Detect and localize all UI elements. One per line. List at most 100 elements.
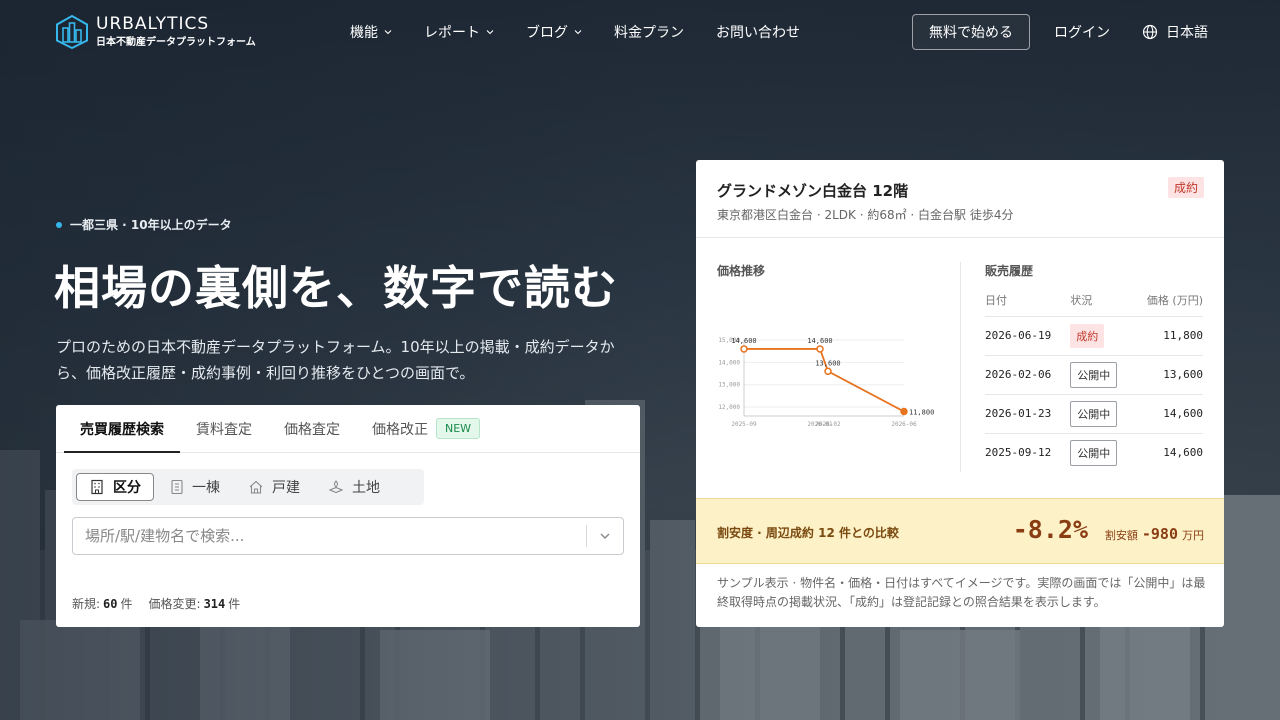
property-title: グランドメゾン白金台 12階 bbox=[717, 182, 909, 200]
nav-item-label: ブログ bbox=[526, 25, 568, 41]
history-price: 13,600 bbox=[1130, 355, 1203, 395]
sales-history-title: 販売履歴 bbox=[985, 264, 1034, 278]
price-point bbox=[816, 345, 824, 353]
x-tick-label: 2025-09 bbox=[731, 421, 757, 428]
column-header-status: 状況 bbox=[1070, 284, 1131, 317]
history-price: 14,600 bbox=[1130, 394, 1203, 434]
property-type-house[interactable]: 戸建 bbox=[236, 473, 312, 501]
chevron-down-icon bbox=[574, 30, 582, 35]
y-tick-label: 12,000 bbox=[718, 404, 740, 411]
status-badge: 公開中 bbox=[1070, 439, 1118, 466]
apartment-icon bbox=[171, 479, 183, 495]
history-status-cell: 公開中 bbox=[1070, 433, 1131, 472]
column-header-date: 日付 bbox=[985, 284, 1071, 317]
price-point bbox=[824, 367, 832, 376]
brand-logo-link[interactable]: URBALYTICS 日本不動産データプラットフォーム bbox=[56, 14, 256, 50]
history-price: 14,600 bbox=[1163, 446, 1203, 460]
nav-item-pricing[interactable]: 料金プラン bbox=[614, 22, 684, 42]
search-field bbox=[72, 517, 624, 555]
property-type-label: 区分 bbox=[113, 480, 141, 496]
tab-sales-history[interactable]: 売買履歴検索 bbox=[64, 405, 180, 453]
hero-tagline: 一都三県 · 10年以上のデータ bbox=[56, 216, 232, 233]
property-type-whole-building[interactable]: 一棟 bbox=[158, 473, 232, 501]
chevron-down-icon bbox=[600, 533, 610, 539]
start-free-button[interactable]: 無料で始める bbox=[912, 14, 1030, 50]
property-type-unit[interactable]: 区分 bbox=[76, 473, 154, 501]
history-date: 2025-09-12 bbox=[985, 446, 1052, 460]
house-icon bbox=[249, 480, 263, 494]
nav-item-blog[interactable]: ブログ bbox=[526, 22, 582, 42]
price-trend-chart: 15,00014,00013,00012,0002025-09 2026-0120… bbox=[718, 337, 934, 428]
discount-amount-label: 割安額 bbox=[1104, 529, 1138, 542]
land-icon bbox=[328, 480, 344, 494]
property-type-label: 土地 bbox=[352, 480, 380, 496]
property-header: グランドメゾン白金台 12階 東京都港区白金台 · 2LDK · 約68㎡ · … bbox=[696, 160, 1224, 238]
property-sample-card: グランドメゾン白金台 12階 東京都港区白金台 · 2LDK · 約68㎡ · … bbox=[696, 160, 1224, 627]
property-type-selector: 区分 一棟 戸建 土地 bbox=[72, 469, 424, 505]
tab-price-estimate[interactable]: 価格査定 bbox=[268, 405, 356, 452]
price-point-label: 11,800 bbox=[909, 409, 934, 417]
site-header: URBALYTICS 日本不動産データプラットフォーム 機能 レポート ブログ … bbox=[0, 0, 1280, 64]
listing-stats: 新規: 60 件 価格変更: 314 件 bbox=[72, 595, 256, 612]
hero-title: 相場の裏側を、数字で読む bbox=[54, 261, 618, 315]
new-listings-count: 60 bbox=[103, 597, 118, 611]
search-panel: 売買履歴検索 賃料査定 価格査定 価格改正 NEW 区分 一棟 戸建 土地 場所… bbox=[56, 405, 640, 627]
price-point bbox=[740, 345, 748, 353]
nav-item-reports[interactable]: レポート bbox=[424, 22, 494, 42]
property-type-label: 戸建 bbox=[272, 480, 300, 496]
tab-label: 賃料査定 bbox=[196, 421, 252, 438]
tagline-text: 一都三県 · 10年以上のデータ bbox=[70, 218, 232, 232]
status-badge: 公開中 bbox=[1070, 361, 1118, 388]
price-point-label: 14,600 bbox=[731, 337, 756, 345]
history-date: 2026-06-19 bbox=[985, 316, 1071, 356]
logo-icon bbox=[56, 15, 88, 49]
discount-amount: 割安額 -980 万円 bbox=[1105, 525, 1204, 543]
column-header-price: 価格 (万円) bbox=[1130, 284, 1203, 317]
y-tick-label: 14,000 bbox=[718, 359, 740, 366]
property-subtitle: 東京都港区白金台 · 2LDK · 約68㎡ · 白金台駅 徒歩4分 bbox=[717, 208, 1014, 222]
new-listings-unit: 件 bbox=[120, 597, 133, 611]
property-type-land[interactable]: 土地 bbox=[316, 473, 392, 501]
brand-subtitle: 日本不動産データプラットフォーム bbox=[96, 37, 256, 48]
sample-disclaimer: サンプル表示 · 物件名・価格・日付はすべてイメージです。実際の画面では「公開中… bbox=[717, 576, 1206, 609]
table-row: 2026-06-19 成約 11,800 bbox=[985, 316, 1203, 356]
new-badge: NEW bbox=[436, 418, 481, 439]
history-status-cell: 成約 bbox=[1070, 316, 1131, 356]
chevron-down-icon bbox=[486, 30, 494, 35]
y-tick-label: 13,000 bbox=[718, 382, 740, 389]
hero-description: プロのための日本不動産データプラットフォーム。10年以上の掲載・成約データから、… bbox=[56, 338, 615, 382]
language-selector[interactable]: 日本語 bbox=[1142, 22, 1208, 42]
tab-rent-estimate[interactable]: 賃料査定 bbox=[180, 405, 268, 452]
discount-amount-unit: 万円 bbox=[1182, 529, 1204, 542]
discount-amount-value: -980 bbox=[1141, 525, 1178, 543]
property-type-label: 一棟 bbox=[192, 480, 220, 496]
price-change-count: 314 bbox=[203, 597, 226, 611]
search-input[interactable] bbox=[73, 527, 586, 545]
chevron-down-icon bbox=[384, 30, 392, 35]
login-link[interactable]: ログイン bbox=[1054, 22, 1110, 42]
tab-label: 売買履歴検索 bbox=[80, 421, 164, 438]
main-nav: 機能 レポート ブログ 料金プラン お問い合わせ bbox=[350, 22, 832, 42]
search-dropdown-toggle[interactable] bbox=[587, 530, 623, 542]
globe-icon bbox=[1142, 24, 1158, 40]
status-badge: 成約 bbox=[1167, 177, 1204, 198]
sales-history-table: 日付 状況 価格 (万円) 2026-06-19 成約 11,800 2026-… bbox=[985, 284, 1203, 472]
tab-price-revision[interactable]: 価格改正 NEW bbox=[356, 405, 496, 452]
history-date: 2026-01-23 bbox=[985, 394, 1071, 434]
price-change-stat: 価格変更: 314 件 bbox=[149, 595, 241, 612]
history-price: 11,800 bbox=[1130, 316, 1203, 356]
card-divider bbox=[960, 262, 961, 472]
price-chart-title: 価格推移 bbox=[717, 264, 766, 278]
building-icon bbox=[91, 479, 103, 495]
discount-percent: -8.2% bbox=[1012, 515, 1088, 544]
status-badge: 公開中 bbox=[1070, 400, 1118, 427]
nav-item-features[interactable]: 機能 bbox=[350, 22, 392, 42]
price-point bbox=[900, 407, 908, 416]
comparison-label: 割安度 · 周辺成約 12 件との比較 bbox=[717, 526, 899, 540]
table-row: 2026-01-23 公開中 14,600 bbox=[985, 394, 1203, 434]
history-status-cell: 公開中 bbox=[1070, 355, 1131, 395]
nav-item-contact[interactable]: お問い合わせ bbox=[716, 22, 800, 42]
nav-item-label: レポート bbox=[424, 25, 480, 41]
price-point-label: 14,600 bbox=[807, 337, 832, 345]
price-change-unit: 件 bbox=[228, 597, 241, 611]
